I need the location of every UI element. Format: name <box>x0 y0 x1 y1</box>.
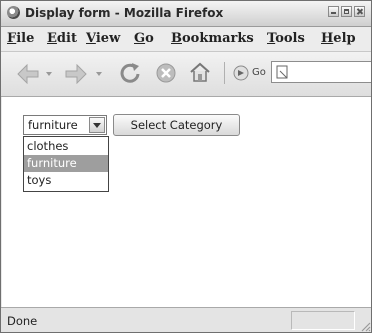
go-icon[interactable] <box>233 65 249 81</box>
menu-edit[interactable]: Edit <box>47 31 77 46</box>
status-panel <box>291 311 355 330</box>
option-toys[interactable]: toys <box>24 172 108 189</box>
select-category-button[interactable]: Select Category <box>113 114 240 136</box>
status-text: Done <box>7 314 38 328</box>
stop-icon[interactable] <box>156 63 176 83</box>
address-page-icon <box>276 65 288 79</box>
title-bar[interactable]: Display form - Mozilla Firefox <box>1 1 371 27</box>
browser-window: Display form - Mozilla Firefox File Edit… <box>0 0 372 333</box>
go-label[interactable]: Go <box>252 67 266 78</box>
back-icon[interactable] <box>17 64 39 84</box>
page-content: furniture Select Category clothes furnit… <box>2 97 371 307</box>
address-bar[interactable] <box>271 61 371 83</box>
close-button[interactable] <box>354 6 365 17</box>
resize-grip-icon[interactable] <box>359 320 371 332</box>
menu-bookmarks[interactable]: Bookmarks <box>171 31 254 46</box>
option-clothes[interactable]: clothes <box>24 138 108 155</box>
menu-bar: File Edit View Go Bookmarks Tools Help <box>1 27 371 52</box>
maximize-button[interactable] <box>341 6 352 17</box>
status-bar: Done <box>1 307 371 332</box>
menu-help[interactable]: Help <box>321 31 356 46</box>
category-dropdown-list: clothes furniture toys <box>23 136 109 192</box>
minimize-button[interactable] <box>328 6 339 17</box>
firefox-icon <box>7 6 20 19</box>
menu-go[interactable]: Go <box>134 31 154 46</box>
back-dropdown-icon[interactable] <box>46 72 52 76</box>
menu-tools[interactable]: Tools <box>267 31 305 46</box>
menu-view[interactable]: View <box>86 31 120 46</box>
reload-icon[interactable] <box>119 62 141 84</box>
menu-file[interactable]: File <box>7 31 34 46</box>
navigation-toolbar: Go <box>1 52 371 97</box>
forward-icon[interactable] <box>65 64 87 84</box>
window-title: Display form - Mozilla Firefox <box>25 6 224 20</box>
forward-dropdown-icon[interactable] <box>96 72 102 76</box>
category-select[interactable]: furniture <box>23 115 107 135</box>
home-icon[interactable] <box>189 61 211 83</box>
option-furniture[interactable]: furniture <box>24 155 108 172</box>
chevron-down-icon[interactable] <box>89 117 105 133</box>
toolbar-separator <box>224 62 225 84</box>
category-select-value: furniture <box>28 118 78 132</box>
